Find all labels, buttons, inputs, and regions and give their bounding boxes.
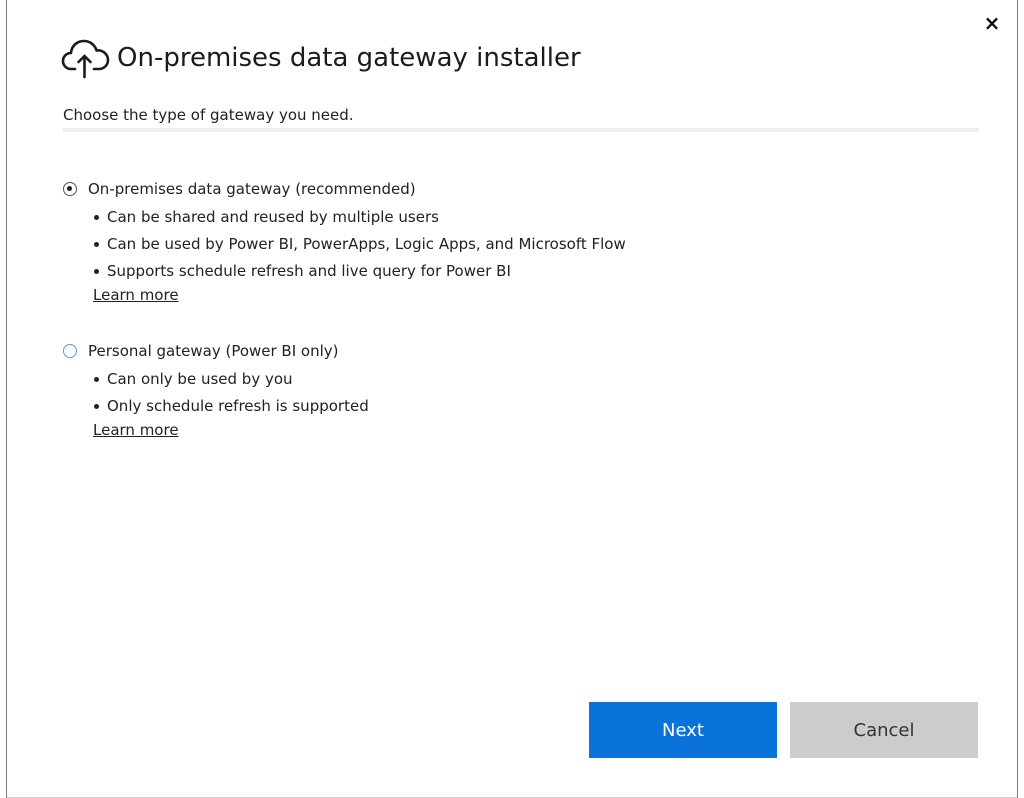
bullet-text: Only schedule refresh is supported (107, 397, 369, 415)
dialog-subtitle: Choose the type of gateway you need. (63, 106, 354, 124)
option-label: Personal gateway (Power BI only) (88, 342, 339, 360)
list-item: Supports schedule refresh and live query… (92, 258, 626, 285)
radio-option-personal[interactable]: Personal gateway (Power BI only) (63, 340, 369, 362)
bullet-text: Can only be used by you (107, 370, 293, 388)
cancel-button[interactable]: Cancel (790, 702, 978, 758)
bullet-icon (94, 404, 99, 409)
radio-option-on-premises[interactable]: On-premises data gateway (recommended) (63, 178, 626, 200)
dialog-title: On-premises data gateway installer (117, 43, 581, 73)
list-item: Only schedule refresh is supported (92, 393, 369, 420)
option-personal-gateway: Personal gateway (Power BI only) Can onl… (63, 340, 369, 439)
installer-dialog: × On-premises data gateway installer Cho… (6, 0, 1018, 798)
close-button[interactable]: × (981, 12, 1003, 34)
bullet-icon (94, 269, 99, 274)
next-button[interactable]: Next (589, 702, 777, 758)
bullet-icon (94, 215, 99, 220)
bullet-icon (94, 377, 99, 382)
feature-list: Can only be used by you Only schedule re… (63, 366, 369, 420)
bullet-text: Can be shared and reused by multiple use… (107, 208, 439, 226)
option-on-premises-gateway: On-premises data gateway (recommended) C… (63, 178, 626, 304)
cloud-upload-icon (61, 39, 110, 79)
bullet-text: Can be used by Power BI, PowerApps, Logi… (107, 235, 626, 253)
divider (63, 128, 979, 132)
title-row: On-premises data gateway installer (61, 34, 581, 82)
feature-list: Can be shared and reused by multiple use… (63, 204, 626, 285)
bullet-text: Supports schedule refresh and live query… (107, 262, 511, 280)
list-item: Can be shared and reused by multiple use… (92, 204, 626, 231)
bullet-icon (94, 242, 99, 247)
list-item: Can only be used by you (92, 366, 369, 393)
learn-more-link[interactable]: Learn more (93, 286, 179, 304)
radio-button-selected[interactable] (63, 182, 77, 196)
radio-button-unselected[interactable] (63, 344, 77, 358)
learn-more-link[interactable]: Learn more (93, 421, 179, 439)
option-label: On-premises data gateway (recommended) (88, 180, 416, 198)
list-item: Can be used by Power BI, PowerApps, Logi… (92, 231, 626, 258)
